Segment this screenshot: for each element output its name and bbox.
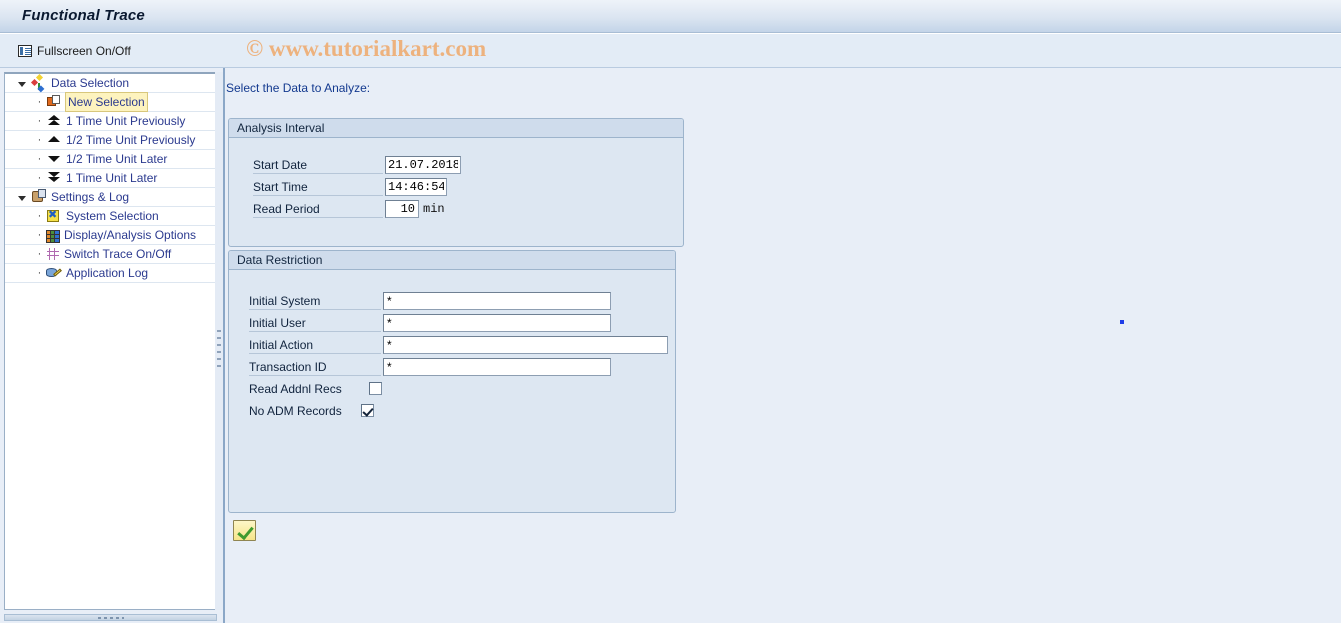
new-selection-icon xyxy=(46,94,62,110)
read-period-label: Read Period xyxy=(253,200,383,218)
read-period-unit-label: min xyxy=(423,201,445,216)
analysis-interval-group: Analysis Interval Start Date Start Time … xyxy=(228,118,684,247)
window-title-bar: Functional Trace xyxy=(0,0,1341,33)
data-selection-icon xyxy=(31,75,47,91)
read-period-row: Read Period min xyxy=(253,199,445,218)
initial-action-input[interactable] xyxy=(383,335,668,354)
grid-options-icon xyxy=(46,229,60,243)
fullscreen-toggle-icon xyxy=(18,44,32,57)
tree-node-label: Settings & Log xyxy=(51,190,130,204)
no-adm-records-checkbox[interactable] xyxy=(361,404,374,417)
initial-action-label: Initial Action xyxy=(249,336,381,354)
tree-node-new-selection[interactable]: · New Selection xyxy=(5,92,216,112)
initial-user-input[interactable] xyxy=(383,313,611,332)
data-restriction-group: Data Restriction Initial System Initial … xyxy=(228,250,676,513)
tree-node-1-time-unit-previously[interactable]: · 1 Time Unit Previously xyxy=(5,112,216,131)
initial-user-row: Initial User xyxy=(249,313,611,332)
tree-node-label: Data Selection xyxy=(51,76,130,90)
initial-system-row: Initial System xyxy=(249,291,611,310)
splitter-grip-icon xyxy=(217,330,221,370)
expand-collapse-icon[interactable] xyxy=(17,192,28,203)
content-heading: Select the Data to Analyze: xyxy=(226,81,371,95)
fullscreen-toggle-button[interactable]: Fullscreen On/Off xyxy=(15,40,134,61)
initial-user-label: Initial User xyxy=(249,314,381,332)
read-addnl-recs-checkbox[interactable] xyxy=(369,382,382,395)
tree-bullet-icon: · xyxy=(37,172,42,184)
tree-node-data-selection[interactable]: Data Selection xyxy=(5,74,216,93)
tree-node-display-analysis-options[interactable]: · Display/Analysis Options xyxy=(5,226,216,245)
read-addnl-recs-label: Read Addnl Recs xyxy=(249,381,342,396)
tree-node-system-selection[interactable]: · System Selection xyxy=(5,207,216,226)
start-date-input[interactable] xyxy=(385,155,461,174)
tree-node-settings-and-log[interactable]: Settings & Log xyxy=(5,188,216,207)
tree-node-1-time-unit-later[interactable]: · 1 Time Unit Later xyxy=(5,169,216,188)
application-log-icon xyxy=(46,265,62,281)
tree-bullet-icon: · xyxy=(37,96,42,108)
tree-bullet-icon: · xyxy=(37,229,42,241)
tree-node-switch-trace-on-off[interactable]: · Switch Trace On/Off xyxy=(5,245,216,264)
tree-bullet-icon: · xyxy=(37,153,42,165)
no-adm-records-row: No ADM Records xyxy=(249,401,374,420)
start-date-label: Start Date xyxy=(253,156,383,174)
system-selection-icon xyxy=(46,207,62,224)
cursor-marker xyxy=(1120,320,1124,324)
panel-divider xyxy=(223,68,225,623)
down-arrow-icon xyxy=(46,151,62,167)
data-restriction-title: Data Restriction xyxy=(229,251,675,270)
tree-node-label: New Selection xyxy=(65,92,148,112)
up-arrow-icon xyxy=(46,132,62,148)
tree-node-label: 1 Time Unit Previously xyxy=(66,114,186,128)
initial-system-label: Initial System xyxy=(249,292,381,310)
tree-node-label: Switch Trace On/Off xyxy=(64,247,172,261)
tree-node-half-time-unit-later[interactable]: · 1/2 Time Unit Later xyxy=(5,150,216,169)
splitter-grip-icon xyxy=(97,617,124,619)
tree-node-label: System Selection xyxy=(66,209,159,223)
transaction-id-row: Transaction ID xyxy=(249,357,611,376)
execute-button[interactable] xyxy=(233,520,256,541)
transaction-id-label: Transaction ID xyxy=(249,358,381,376)
expand-collapse-icon[interactable] xyxy=(17,78,28,89)
tree-bullet-icon: · xyxy=(37,248,42,260)
tree-node-label: Display/Analysis Options xyxy=(64,228,197,242)
start-time-row: Start Time xyxy=(253,177,447,196)
tree-node-half-time-unit-previously[interactable]: · 1/2 Time Unit Previously xyxy=(5,131,216,150)
initial-action-row: Initial Action xyxy=(249,335,668,354)
navigation-tree-panel: Data Selection · New Selection · 1 Time … xyxy=(4,72,217,610)
start-date-row: Start Date xyxy=(253,155,461,174)
initial-system-input[interactable] xyxy=(383,291,611,310)
tree-node-label: 1/2 Time Unit Previously xyxy=(66,133,196,147)
double-up-arrow-icon xyxy=(46,113,62,129)
green-check-icon xyxy=(237,522,254,541)
analysis-interval-title: Analysis Interval xyxy=(229,119,683,138)
no-adm-records-label: No ADM Records xyxy=(249,403,342,418)
tree-node-application-log[interactable]: · Application Log xyxy=(5,264,216,283)
horizontal-splitter[interactable] xyxy=(4,614,217,621)
trace-switch-icon xyxy=(46,247,60,261)
transaction-id-input[interactable] xyxy=(383,357,611,376)
tree-bullet-icon: · xyxy=(37,267,42,279)
page-title: Functional Trace xyxy=(22,7,145,24)
start-time-input[interactable] xyxy=(385,177,447,196)
tree-bullet-icon: · xyxy=(37,134,42,146)
tree-node-label: 1/2 Time Unit Later xyxy=(66,152,168,166)
application-toolbar: Fullscreen On/Off xyxy=(0,34,1341,68)
double-down-arrow-icon xyxy=(46,170,62,186)
workspace: Data Selection · New Selection · 1 Time … xyxy=(0,68,1341,623)
tree-bullet-icon: · xyxy=(37,115,42,127)
vertical-splitter[interactable] xyxy=(215,72,223,610)
tree-node-label: Application Log xyxy=(66,266,149,280)
start-time-label: Start Time xyxy=(253,178,383,196)
settings-log-icon xyxy=(31,189,47,205)
fullscreen-toggle-label: Fullscreen On/Off xyxy=(37,43,131,58)
tree-node-label: 1 Time Unit Later xyxy=(66,171,158,185)
read-addnl-recs-row: Read Addnl Recs xyxy=(249,379,382,398)
main-content-area: Select the Data to Analyze: Analysis Int… xyxy=(226,68,1341,623)
read-period-input[interactable] xyxy=(385,199,419,218)
tree-bullet-icon: · xyxy=(37,210,42,222)
